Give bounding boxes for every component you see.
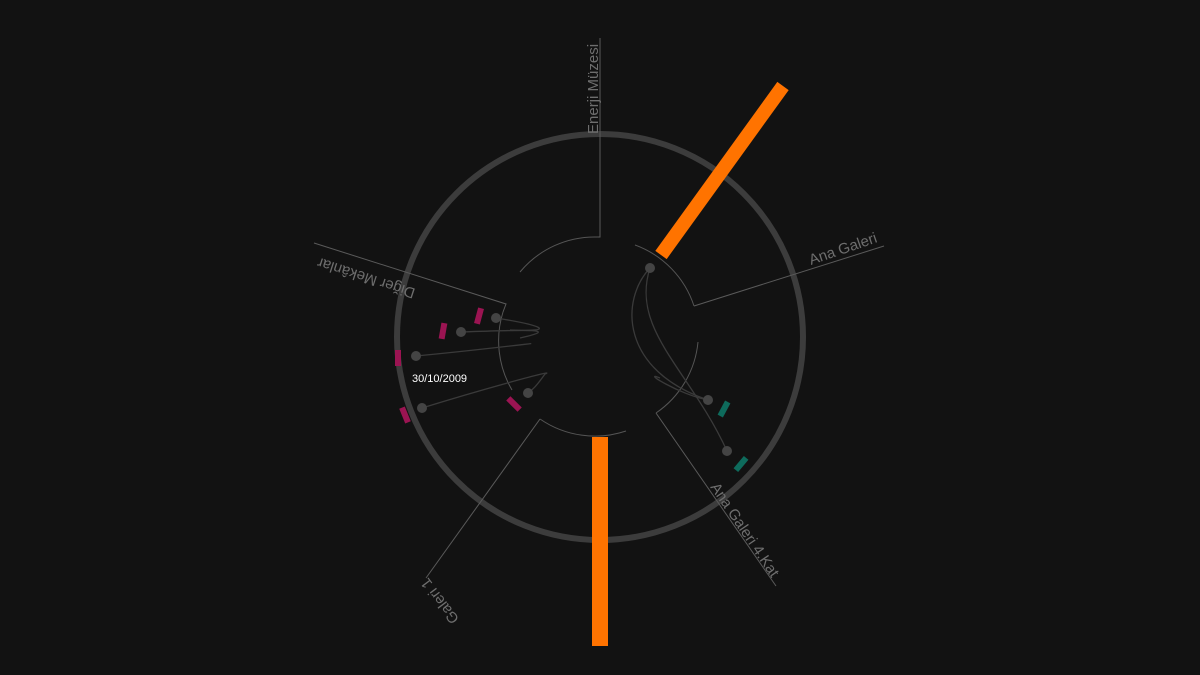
flow-curve <box>460 329 539 339</box>
highlight-bar-ana-galeri <box>655 81 789 260</box>
inner-arc-diger-mekanlar <box>498 311 513 391</box>
leader-ana-galeri <box>693 245 885 307</box>
venue-radial-diagram: Enerji Müzesi Ana Galeri Ana Galeri 4.Ka… <box>313 38 885 646</box>
inner-arc-galeri-1 <box>539 418 627 437</box>
event-marker <box>506 396 522 412</box>
date-label: 30/10/2009 <box>412 373 467 385</box>
event-marker <box>438 322 448 340</box>
event-marker <box>733 455 749 473</box>
event-node[interactable] <box>491 313 501 323</box>
inner-arc-enerji-muzesi <box>519 236 599 273</box>
label-diger-mekanlar: Diğer Mekânlar <box>315 254 417 302</box>
label-ana-galeri: Ana Galeri <box>807 230 880 269</box>
label-ana-galeri-4-kat: Ana Galeri 4.Kat <box>707 480 783 581</box>
event-node[interactable] <box>411 351 421 361</box>
event-node[interactable] <box>523 388 533 398</box>
event-marker <box>474 307 484 325</box>
label-enerji-muzesi: Enerji Müzesi <box>585 44 602 134</box>
event-marker <box>717 400 731 418</box>
event-node[interactable] <box>645 263 655 273</box>
event-marker <box>395 350 401 366</box>
event-node[interactable] <box>417 403 427 413</box>
event-node[interactable] <box>703 395 713 405</box>
label-galeri-1: Galeri 1 <box>418 575 463 627</box>
flow-curve <box>415 343 532 357</box>
flow-curve <box>495 317 540 331</box>
event-node[interactable] <box>456 327 466 337</box>
flow-curve <box>631 267 709 401</box>
flow-curve <box>645 267 728 452</box>
event-node[interactable] <box>722 446 732 456</box>
leader-galeri-1 <box>425 418 541 579</box>
inner-arc-ana-galeri-4-kat <box>655 341 699 414</box>
